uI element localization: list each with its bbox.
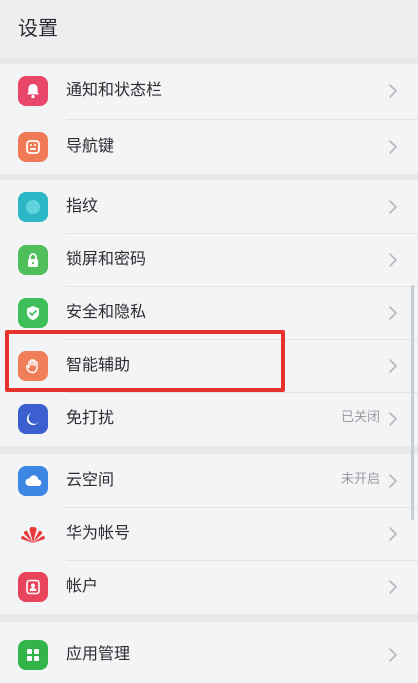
chevron-right-icon [389, 580, 397, 594]
chevron-right-icon [389, 474, 397, 488]
chevron-right-icon [389, 412, 397, 426]
chevron-right-icon [389, 306, 397, 320]
huawei-logo-icon [18, 519, 48, 549]
page-title: 设置 [18, 16, 58, 40]
settings-item-notifications[interactable]: 通知和状态栏 [0, 64, 418, 117]
chevron-right-icon [389, 200, 397, 214]
settings-item-fingerprint[interactable]: 指纹 [0, 180, 418, 233]
chevron-right-icon [389, 527, 397, 541]
settings-item-accounts[interactable]: 帐户 [0, 560, 418, 613]
settings-item-label: 指纹 [66, 196, 99, 215]
settings-group-1: 通知和状态栏 导航键 [0, 64, 418, 174]
fingerprint-icon [18, 192, 48, 222]
navigation-keys-icon [18, 132, 48, 162]
settings-item-cloud[interactable]: 云空间 未开启 [0, 454, 418, 507]
apps-icon [18, 640, 48, 670]
settings-item-huawei-account[interactable]: 华为帐号 [0, 507, 418, 560]
cloud-icon [18, 466, 48, 496]
settings-item-security-privacy[interactable]: 安全和隐私 [0, 286, 418, 339]
settings-item-label: 通知和状态栏 [66, 80, 163, 99]
chevron-right-icon [389, 359, 397, 373]
settings-item-lock-screen[interactable]: 锁屏和密码 [0, 233, 418, 286]
moon-icon [18, 404, 48, 434]
scrollbar[interactable] [411, 285, 414, 520]
settings-item-label: 免打扰 [66, 408, 115, 427]
settings-item-do-not-disturb[interactable]: 免打扰 已关闭 [0, 392, 418, 445]
settings-item-navigation-keys[interactable]: 导航键 [0, 120, 418, 173]
chevron-right-icon [389, 648, 397, 662]
lock-icon [18, 245, 48, 275]
settings-item-label: 帐户 [66, 576, 99, 595]
settings-group-4: 应用管理 [0, 622, 418, 683]
settings-item-smart-assistance[interactable]: 智能辅助 [0, 339, 418, 392]
settings-item-label: 云空间 [66, 470, 115, 489]
status-text: 已关闭 [340, 410, 380, 425]
settings-item-label: 华为帐号 [66, 523, 131, 542]
settings-item-app-management[interactable]: 应用管理 [0, 628, 418, 681]
chevron-right-icon [389, 140, 397, 154]
settings-item-label: 安全和隐私 [66, 302, 147, 321]
settings-group-2: 指纹 锁屏和密码 安全和隐私 智能辅助 免打扰 已关闭 [0, 180, 418, 446]
bell-icon [18, 76, 48, 106]
hand-icon [18, 351, 48, 381]
account-icon [18, 572, 48, 602]
chevron-right-icon [389, 84, 397, 98]
app-header: 设置 [0, 0, 418, 58]
settings-item-label: 应用管理 [66, 644, 131, 663]
settings-group-3: 云空间 未开启 华为帐号 帐户 [0, 454, 418, 614]
settings-item-label: 智能辅助 [66, 355, 131, 374]
shield-icon [18, 298, 48, 328]
settings-item-label: 锁屏和密码 [66, 249, 147, 268]
settings-item-label: 导航键 [66, 136, 115, 155]
chevron-right-icon [389, 253, 397, 267]
status-text: 未开启 [340, 472, 380, 487]
